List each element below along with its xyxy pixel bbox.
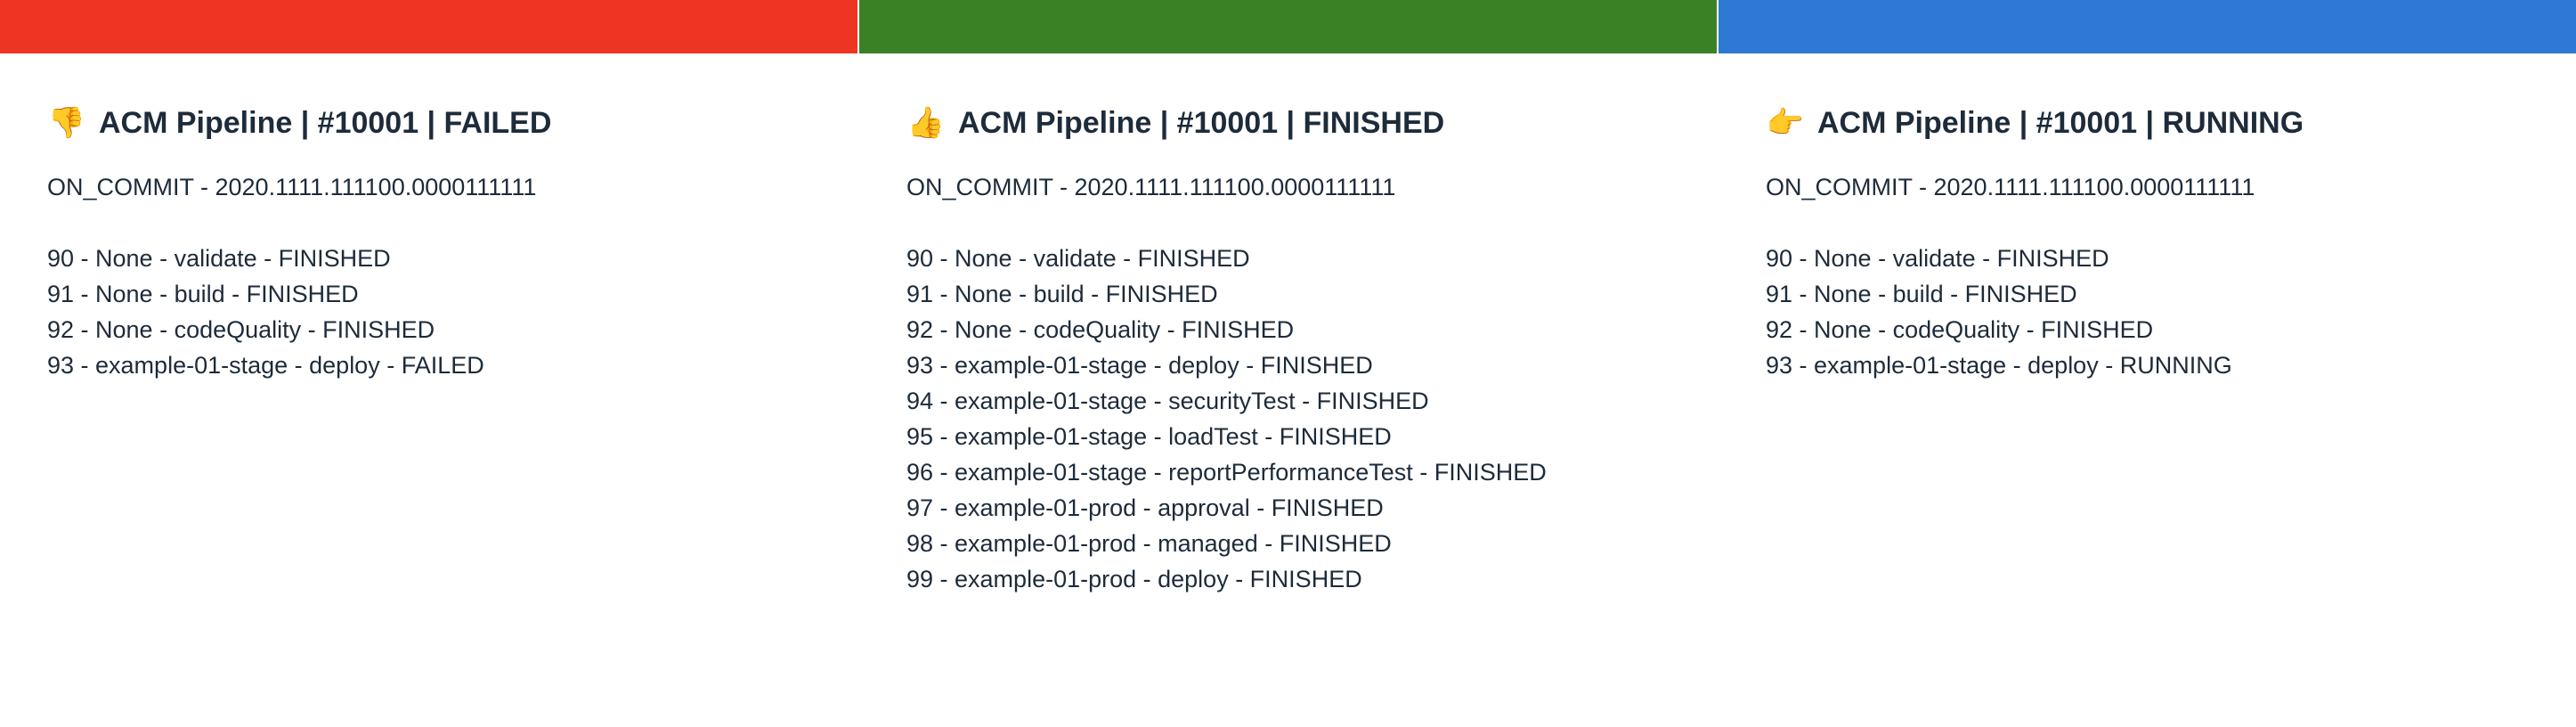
pipeline-status-board: 👎 ACM Pipeline | #10001 | FAILED ON_COMMIT… — [0, 0, 2576, 727]
pipeline-title-text: ACM Pipeline | #10001 | FINISHED — [958, 106, 1445, 140]
status-color-bar — [859, 0, 1717, 53]
stage-item: 94 - example-01-stage - securityTest - F… — [906, 388, 1429, 414]
stage-list: 90 - None - validate - FINISHED 91 - None… — [1766, 241, 2576, 383]
stage-item: 92 - None - codeQuality - FINISHED — [906, 316, 1295, 343]
pipeline-card-failed: 👎 ACM Pipeline | #10001 | FAILED ON_COMMIT… — [0, 0, 857, 727]
pipeline-card-running: 👉 ACM Pipeline | #10001 | RUNNING ON_COMMI… — [1719, 0, 2576, 727]
pipeline-trigger: ON_COMMIT - 2020.1111.111100.0000111111 — [906, 174, 1396, 200]
thumbs-up-icon: 👍 — [906, 105, 946, 141]
stage-item: 90 - None - validate - FINISHED — [1766, 245, 2109, 272]
status-color-bar — [0, 0, 857, 53]
pipeline-card-content: 👎 ACM Pipeline | #10001 | FAILED ON_COMMIT… — [0, 53, 857, 383]
stage-item: 93 - example-01-stage - deploy - RUNNING — [1766, 352, 2232, 379]
stage-item: 90 - None - validate - FINISHED — [47, 245, 391, 272]
status-color-bar — [1719, 0, 2576, 53]
pipeline-title: 👉 ACM Pipeline | #10001 | RUNNING — [1766, 103, 2576, 143]
pipeline-card-content: 👍 ACM Pipeline | #10001 | FINISHED ON_COMM… — [859, 53, 1717, 597]
stage-item: 92 - None - codeQuality - FINISHED — [47, 316, 435, 343]
stage-item: 93 - example-01-stage - deploy - FAILED — [47, 352, 484, 379]
thumbs-down-icon: 👎 — [47, 105, 86, 141]
stage-item: 92 - None - codeQuality - FINISHED — [1766, 316, 2154, 343]
stage-item: 91 - None - build - FINISHED — [47, 281, 359, 307]
stage-item: 97 - example-01-prod - approval - FINISH… — [906, 494, 1384, 521]
stage-item: 98 - example-01-prod - managed - FINISHE… — [906, 530, 1392, 557]
stage-item: 93 - example-01-stage - deploy - FINISHE… — [906, 352, 1373, 379]
pipeline-trigger: ON_COMMIT - 2020.1111.111100.0000111111 — [47, 174, 537, 200]
stage-item: 99 - example-01-prod - deploy - FINISHED — [906, 566, 1362, 592]
pipeline-title: 👎 ACM Pipeline | #10001 | FAILED — [47, 103, 857, 143]
pipeline-card-finished: 👍 ACM Pipeline | #10001 | FINISHED ON_COMM… — [859, 0, 1717, 727]
stage-list: 90 - None - validate - FINISHED 91 - None… — [906, 241, 1717, 597]
pipeline-card-content: 👉 ACM Pipeline | #10001 | RUNNING ON_COMMI… — [1719, 53, 2576, 383]
stage-list: 90 - None - validate - FINISHED 91 - None… — [47, 241, 857, 383]
pointing-right-icon: 👉 — [1766, 105, 1805, 141]
pipeline-trigger: ON_COMMIT - 2020.1111.111100.0000111111 — [1766, 174, 2255, 200]
pipeline-title-text: ACM Pipeline | #10001 | FAILED — [99, 106, 552, 140]
pipeline-title-text: ACM Pipeline | #10001 | RUNNING — [1817, 106, 2304, 140]
stage-item: 91 - None - build - FINISHED — [906, 281, 1218, 307]
pipeline-title: 👍 ACM Pipeline | #10001 | FINISHED — [906, 103, 1717, 143]
stage-item: 91 - None - build - FINISHED — [1766, 281, 2077, 307]
stage-item: 95 - example-01-stage - loadTest - FINIS… — [906, 423, 1392, 450]
stage-item: 90 - None - validate - FINISHED — [906, 245, 1250, 272]
stage-item: 96 - example-01-stage - reportPerformanc… — [906, 459, 1547, 486]
